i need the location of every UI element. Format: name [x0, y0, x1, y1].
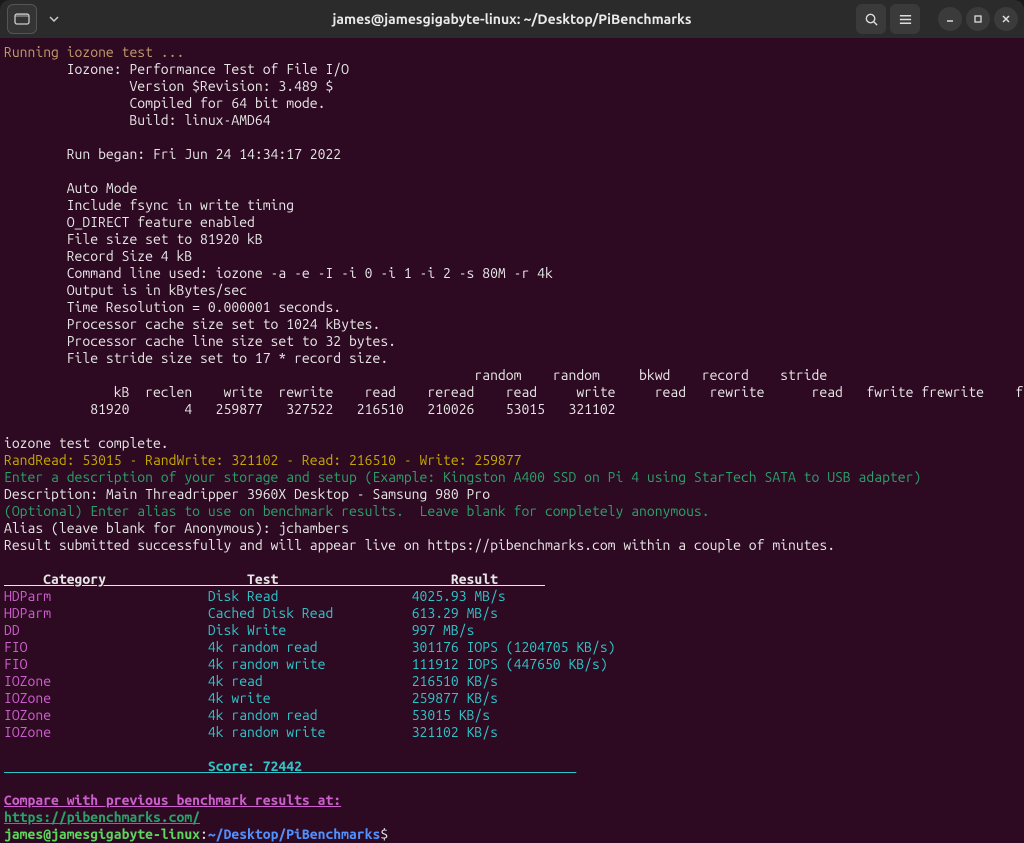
- prompt-dollar: $: [380, 826, 388, 842]
- titlebar-right: [856, 4, 1018, 34]
- summary-randline: RandRead: 53015 - RandWrite: 321102 - Re…: [4, 452, 521, 468]
- results-score: Score: 72442: [4, 758, 576, 774]
- minimize-icon: [945, 14, 955, 24]
- titlebar-left: [6, 4, 70, 34]
- iozone-pcache: Processor cache size set to 1024 kBytes.: [4, 316, 380, 332]
- iozone-outputis: Output is in kBytes/sec: [4, 282, 247, 298]
- search-icon: [864, 12, 879, 27]
- summary-descprompt: Enter a description of your storage and …: [4, 469, 921, 485]
- footer-url[interactable]: https://pibenchmarks.com/: [4, 809, 200, 825]
- iozone-filesize: File size set to 81920 kB: [4, 231, 263, 247]
- search-button[interactable]: [856, 4, 886, 34]
- iozone-colhdr2: kB reclen write rewrite read reread read…: [4, 384, 1024, 400]
- iozone-complete: iozone test complete.: [4, 435, 169, 451]
- iozone-running: Running iozone test ...: [4, 44, 184, 60]
- results-row: IOZone 4k write 259877 KB/s: [4, 690, 498, 706]
- results-row: IOZone 4k random write 321102 KB/s: [4, 724, 498, 740]
- iozone-cmdline: Command line used: iozone -a -e -I -i 0 …: [4, 265, 553, 281]
- iozone-fsync: Include fsync in write timing: [4, 197, 294, 213]
- iozone-build: Build: linux-AMD64: [4, 112, 271, 128]
- iozone-version: Version $Revision: 3.489 $: [4, 78, 333, 94]
- summary-submitted: Result submitted successfully and will a…: [4, 537, 835, 553]
- hamburger-icon: [898, 12, 913, 27]
- shell-prompt[interactable]: james@jamesgigabyte-linux:~/Desktop/PiBe…: [4, 826, 388, 842]
- window-title: james@jamesgigabyte-linux: ~/Desktop/PiB…: [333, 11, 692, 27]
- close-button[interactable]: [994, 7, 1018, 31]
- iozone-timeres: Time Resolution = 0.000001 seconds.: [4, 299, 341, 315]
- summary-aliasprompt: (Optional) Enter alias to use on benchma…: [4, 503, 710, 519]
- summary-aliasline: Alias (leave blank for Anonymous): jcham…: [4, 520, 349, 536]
- results-header: Category Test Result: [4, 571, 545, 587]
- prompt-user: james@jamesgigabyte-linux: [4, 826, 200, 842]
- iozone-runbegan: Run began: Fri Jun 24 14:34:17 2022: [4, 146, 341, 162]
- summary-descline: Description: Main Threadripper 3960X Des…: [4, 486, 490, 502]
- hamburger-menu-button[interactable]: [890, 4, 920, 34]
- maximize-icon: [973, 14, 983, 24]
- window-titlebar: james@jamesgigabyte-linux: ~/Desktop/PiB…: [0, 0, 1024, 38]
- iozone-stride: File stride size set to 17 * record size…: [4, 350, 388, 366]
- iozone-colhdr1: random random bkwd record stride: [4, 367, 827, 383]
- iozone-odirect: O_DIRECT feature enabled: [4, 214, 255, 230]
- results-row: HDParm Disk Read 4025.93 MB/s: [4, 588, 506, 604]
- dropdown-button[interactable]: [39, 4, 69, 34]
- terminal-tab-icon: [14, 11, 30, 27]
- footer-compare: Compare with previous benchmark results …: [4, 792, 341, 808]
- minimize-button[interactable]: [938, 7, 962, 31]
- iozone-recsize: Record Size 4 kB: [4, 248, 192, 264]
- maximize-button[interactable]: [966, 7, 990, 31]
- iozone-datarow: 81920 4 259877 327522 216510 210026 5301…: [4, 401, 616, 417]
- iozone-compiled: Compiled for 64 bit mode.: [4, 95, 325, 111]
- iozone-pcacheln: Processor cache line size set to 32 byte…: [4, 333, 396, 349]
- results-row: FIO 4k random write 111912 IOPS (447650 …: [4, 656, 608, 672]
- prompt-path: ~/Desktop/PiBenchmarks: [208, 826, 380, 842]
- results-row: DD Disk Write 997 MB/s: [4, 622, 474, 638]
- chevron-down-icon: [49, 14, 59, 24]
- iozone-header: Iozone: Performance Test of File I/O: [4, 61, 349, 77]
- results-row: HDParm Cached Disk Read 613.29 MB/s: [4, 605, 498, 621]
- results-row: IOZone 4k read 216510 KB/s: [4, 673, 498, 689]
- close-icon: [1001, 14, 1011, 24]
- iozone-automode: Auto Mode: [4, 180, 137, 196]
- results-row: FIO 4k random read 301176 IOPS (1204705 …: [4, 639, 616, 655]
- new-tab-button[interactable]: [7, 4, 37, 34]
- terminal-output[interactable]: Running iozone test ... Iozone: Performa…: [0, 38, 1024, 843]
- results-row: IOZone 4k random read 53015 KB/s: [4, 707, 490, 723]
